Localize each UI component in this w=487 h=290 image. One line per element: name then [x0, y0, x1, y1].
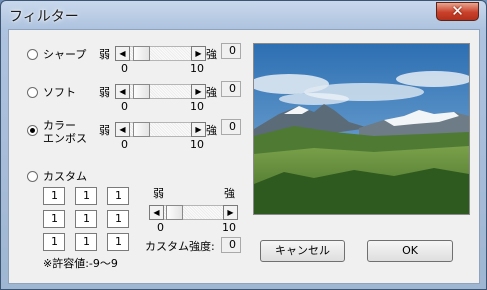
weak-label: 弱 — [99, 124, 110, 137]
slider-left-arrow-icon[interactable]: ◀ — [115, 122, 130, 137]
slider-thumb[interactable] — [133, 46, 150, 61]
cancel-button[interactable]: キャンセル — [260, 240, 345, 262]
weak-label: 弱 — [153, 187, 164, 200]
matrix-cell[interactable]: 1 — [75, 233, 97, 251]
slider-soft[interactable]: ◀ ▶ — [115, 84, 206, 99]
value-color-emboss: 0 — [221, 119, 241, 135]
weak-label: 弱 — [99, 86, 110, 99]
max-label: 10 — [222, 221, 236, 234]
strong-label: 強 — [224, 187, 235, 200]
preview-image — [249, 43, 472, 215]
matrix-cell[interactable]: 1 — [107, 210, 129, 228]
dialog-client: シャープ 弱 ◀ ▶ 強 0 0 10 ソフト 弱 ◀ ▶ 強 0 0 10 カ… — [8, 29, 480, 284]
strong-label: 強 — [206, 86, 217, 99]
min-label: 0 — [121, 100, 128, 113]
slider-left-arrow-icon[interactable]: ◀ — [149, 205, 164, 220]
label-custom: カスタム — [43, 170, 87, 183]
slider-right-arrow-icon[interactable]: ▶ — [191, 122, 206, 137]
label-color-emboss-line2: エンボス — [43, 132, 87, 145]
custom-strength-label: カスタム強度: — [145, 240, 215, 253]
close-icon: ✕ — [451, 2, 464, 20]
custom-strength-value: 0 — [221, 237, 241, 253]
slider-right-arrow-icon[interactable]: ▶ — [191, 46, 206, 61]
weak-label: 弱 — [99, 48, 110, 61]
min-label: 0 — [121, 62, 128, 75]
slider-right-arrow-icon[interactable]: ▶ — [223, 205, 238, 220]
radio-sharp[interactable] — [27, 49, 38, 60]
radio-soft[interactable] — [27, 87, 38, 98]
matrix-cell[interactable]: 1 — [43, 187, 65, 205]
ok-button[interactable]: OK — [367, 240, 453, 262]
title-bar[interactable]: フィルター ✕ — [1, 1, 486, 28]
max-label: 10 — [190, 62, 204, 75]
matrix-cell[interactable]: 1 — [107, 233, 129, 251]
slider-color-emboss[interactable]: ◀ ▶ — [115, 122, 206, 137]
slider-right-arrow-icon[interactable]: ▶ — [191, 84, 206, 99]
matrix-cell[interactable]: 1 — [43, 233, 65, 251]
min-label: 0 — [121, 138, 128, 151]
strong-label: 強 — [206, 48, 217, 61]
close-button[interactable]: ✕ — [436, 2, 479, 21]
value-sharp: 0 — [221, 43, 241, 59]
min-label: 0 — [157, 221, 164, 234]
radio-custom[interactable] — [27, 171, 38, 182]
strong-label: 強 — [206, 124, 217, 137]
label-soft: ソフト — [43, 86, 76, 99]
filter-dialog: フィルター ✕ シャープ 弱 ◀ ▶ 強 0 0 10 ソフト 弱 ◀ ▶ 強 … — [0, 0, 487, 290]
max-label: 10 — [190, 100, 204, 113]
value-soft: 0 — [221, 81, 241, 97]
label-sharp: シャープ — [43, 48, 87, 61]
matrix-cell[interactable]: 1 — [75, 210, 97, 228]
max-label: 10 — [190, 138, 204, 151]
matrix-cell[interactable]: 1 — [43, 210, 65, 228]
slider-custom[interactable]: ◀ ▶ — [149, 205, 238, 220]
matrix-cell[interactable]: 1 — [75, 187, 97, 205]
matrix-cell[interactable]: 1 — [107, 187, 129, 205]
mountain-landscape-image — [249, 44, 472, 214]
slider-left-arrow-icon[interactable]: ◀ — [115, 84, 130, 99]
slider-thumb[interactable] — [133, 122, 150, 137]
radio-color-emboss[interactable] — [27, 125, 38, 136]
slider-thumb[interactable] — [133, 84, 150, 99]
slider-thumb[interactable] — [166, 205, 183, 220]
window-title: フィルター — [9, 9, 79, 25]
allowed-range-note: ※許容値:-9～9 — [43, 257, 118, 270]
slider-sharp[interactable]: ◀ ▶ — [115, 46, 206, 61]
slider-left-arrow-icon[interactable]: ◀ — [115, 46, 130, 61]
